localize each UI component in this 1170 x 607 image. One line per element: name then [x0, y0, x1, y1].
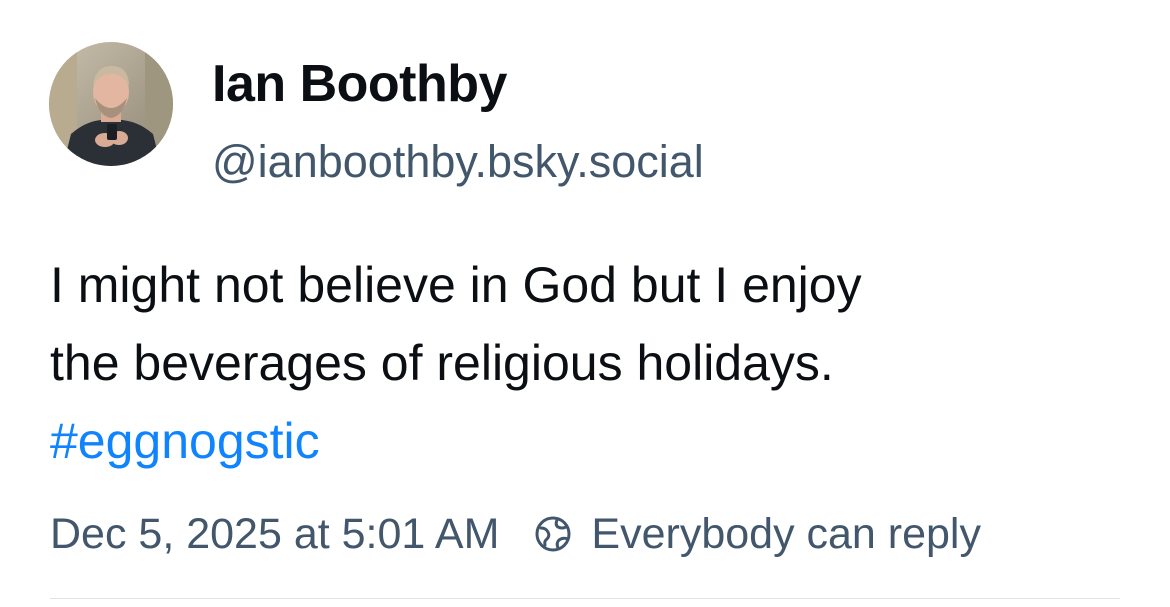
reply-settings-label: Everybody can reply	[591, 509, 981, 558]
post-thread-item: Ian Boothby @ianboothby.bsky.social I mi…	[0, 0, 1170, 607]
post-text-line: the beverages of religious holidays.	[50, 335, 834, 391]
post-text-line: I might not believe in God but I enjoy	[50, 257, 862, 313]
globe-earth-icon	[533, 514, 573, 554]
post-meta: Dec 5, 2025 at 5:01 AM Everybody can rep…	[50, 506, 981, 562]
hashtag-link[interactable]: #eggnogstic	[50, 413, 320, 469]
author-display-name[interactable]: Ian Boothby	[212, 52, 507, 116]
post-timestamp[interactable]: Dec 5, 2025 at 5:01 AM	[50, 510, 499, 559]
reply-settings[interactable]: Everybody can reply	[533, 510, 981, 559]
author-handle[interactable]: @ianboothby.bsky.social	[212, 134, 704, 190]
avatar-photo	[49, 42, 173, 166]
divider	[50, 598, 1120, 599]
post-text: I might not believe in God but I enjoy t…	[50, 246, 1130, 480]
avatar[interactable]	[49, 42, 173, 166]
